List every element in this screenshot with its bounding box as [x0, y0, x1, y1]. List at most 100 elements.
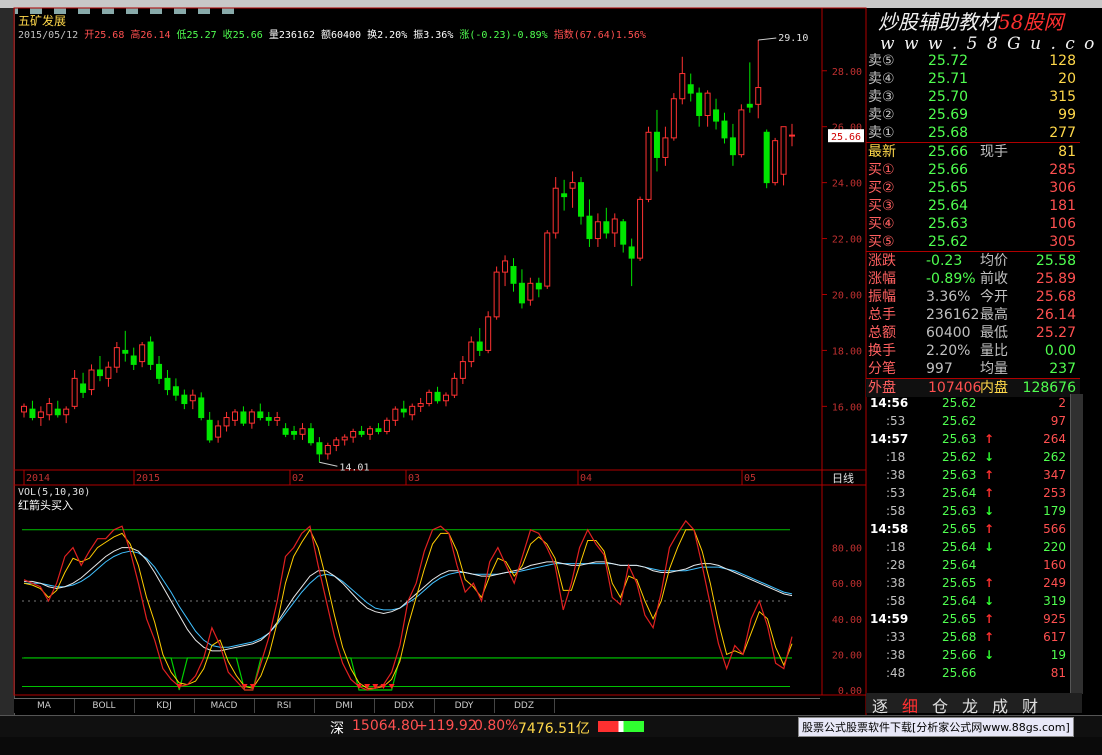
- quote-row: 买⑤ 25.62 305: [866, 233, 1080, 251]
- quote-row: 换手 2.20% 量比 0.00: [866, 342, 1080, 360]
- candle-body: [274, 417, 281, 421]
- candle-body: [206, 419, 213, 441]
- quote-label: 买②: [868, 180, 895, 196]
- tick-volume: 81: [1050, 666, 1066, 680]
- arrow-down-icon: ↓: [984, 540, 995, 554]
- quote-price: 60400: [926, 325, 971, 341]
- tick-price: 25.64: [942, 594, 977, 608]
- candle-body: [746, 103, 753, 108]
- watermark-line1b: 58股网: [998, 10, 1064, 34]
- quote-volume: 26.14: [1035, 307, 1076, 323]
- tick-price: 25.66: [942, 648, 977, 662]
- candle-body: [645, 131, 652, 200]
- tick-time: 14:56: [870, 396, 909, 410]
- change-label: 涨: [459, 30, 470, 41]
- candle-body: [29, 408, 36, 419]
- right-tab[interactable]: 仓: [932, 693, 948, 717]
- quote-volume: 285: [1049, 162, 1076, 178]
- arrow-down-icon: ↓: [984, 450, 995, 464]
- tick-row[interactable]: :33 25.68 ↑ 617: [866, 628, 1070, 646]
- quote-label2: 最低: [980, 325, 1008, 341]
- quote-price: 2.20%: [926, 343, 971, 359]
- tick-price: 25.62: [942, 450, 977, 464]
- indicator-tab-kdj[interactable]: KDJ: [134, 699, 195, 713]
- candlestick-series: [21, 40, 795, 463]
- right-tab[interactable]: 成: [992, 693, 1008, 717]
- tick-row[interactable]: :58 25.64 ↓ 319: [866, 592, 1070, 610]
- tick-price: 25.65: [942, 522, 977, 536]
- tick-row[interactable]: 14:59 25.65 ↑ 925: [866, 610, 1070, 628]
- tick-scrollbar[interactable]: [1070, 394, 1083, 694]
- status-bar: 深 15064.80 +119.92 0.80% 7476.51亿 股票公式股票…: [0, 715, 1102, 738]
- arrow-up-icon: ↑: [984, 576, 995, 590]
- tick-row[interactable]: :38 25.63 ↑ 347: [866, 466, 1070, 484]
- quote-label: 最新: [868, 144, 896, 160]
- tick-time: :53: [886, 486, 906, 500]
- quote-price: 236162: [926, 307, 980, 323]
- quote-volume: 315: [1049, 89, 1076, 105]
- candle-body: [763, 131, 770, 184]
- tick-row[interactable]: :53 25.64 ↑ 253: [866, 484, 1070, 502]
- indicator-tab-ma[interactable]: MA: [14, 699, 75, 713]
- arrow-down-icon: ↓: [984, 594, 995, 608]
- tick-row[interactable]: :18 25.62 ↓ 262: [866, 448, 1070, 466]
- indicator-tab-ddz[interactable]: DDZ: [494, 699, 555, 713]
- tick-row[interactable]: :18 25.64 ↓ 220: [866, 538, 1070, 556]
- tick-volume: 264: [1043, 432, 1066, 446]
- quote-volume: 81: [1058, 144, 1076, 160]
- quote-row: 卖④ 25.71 20: [866, 70, 1080, 88]
- candle-body: [704, 92, 711, 117]
- price-axis-label: 22.00: [832, 235, 862, 246]
- quote-label: 买⑤: [868, 234, 895, 250]
- quote-volume: 306: [1049, 180, 1076, 196]
- candle-body: [451, 377, 458, 396]
- indicator-axis-label: 80.00: [832, 544, 862, 555]
- candle-body: [198, 397, 205, 419]
- arrow-up-icon: ↑: [984, 630, 995, 644]
- tick-price: 25.63: [942, 468, 977, 482]
- candle-body: [569, 182, 576, 189]
- candle-body: [383, 419, 390, 433]
- candle-body: [653, 131, 660, 158]
- right-tab[interactable]: 逐: [872, 693, 888, 717]
- quote-row: 卖① 25.68 277: [866, 124, 1080, 142]
- tick-volume: 19: [1050, 648, 1066, 662]
- tick-time: :48: [886, 666, 906, 680]
- indicator-tab-rsi[interactable]: RSI: [254, 699, 315, 713]
- quote-volume: 20: [1058, 71, 1076, 87]
- tick-row[interactable]: :58 25.63 ↓ 179: [866, 502, 1070, 520]
- indicator-tabs[interactable]: MA BOLL KDJ MACD RSI DMI DDX DDY DDZ: [14, 698, 820, 713]
- indicator-tab-ddy[interactable]: DDY: [434, 699, 495, 713]
- quote-row: 总手 236162 最高 26.14: [866, 306, 1080, 324]
- indicator-tab-ddx[interactable]: DDX: [374, 699, 435, 713]
- tick-row[interactable]: :48 25.66 81: [866, 664, 1070, 682]
- tick-volume: 925: [1043, 612, 1066, 626]
- ad-link[interactable]: 股票公式股票软件下载[分析家公式网www.88gs.com]: [798, 717, 1074, 737]
- quote-price: 25.62: [928, 234, 969, 250]
- quote-label: 卖④: [868, 71, 895, 87]
- quote-row: 买③ 25.64 181: [866, 197, 1080, 215]
- right-tab[interactable]: 龙: [962, 693, 978, 717]
- tick-row[interactable]: 14:57 25.63 ↑ 264: [866, 430, 1070, 448]
- tick-row[interactable]: :28 25.64 160: [866, 556, 1070, 574]
- quote-volume: 106: [1049, 216, 1076, 232]
- candle-body: [502, 260, 509, 273]
- candle-body: [400, 408, 407, 413]
- candle-body: [426, 391, 433, 405]
- indicator-axis-label: 0.00: [838, 686, 862, 697]
- tick-row[interactable]: 14:56 25.62 2: [866, 394, 1070, 412]
- tick-row[interactable]: :38 25.65 ↑ 249: [866, 574, 1070, 592]
- tick-row[interactable]: 14:58 25.65 ↑ 566: [866, 520, 1070, 538]
- indicator-tab-dmi[interactable]: DMI: [314, 699, 375, 713]
- right-tab[interactable]: 细: [902, 693, 918, 717]
- tick-price: 25.65: [942, 576, 977, 590]
- tick-row[interactable]: :53 25.62 97: [866, 412, 1070, 430]
- candle-body: [772, 140, 779, 184]
- right-panel-tabs[interactable]: 逐细仓龙成财: [866, 693, 1082, 716]
- indicator-tab-macd[interactable]: MACD: [194, 699, 255, 713]
- tick-row[interactable]: :38 25.66 ↓ 19: [866, 646, 1070, 664]
- market-label: 深: [330, 721, 344, 737]
- candle-body: [316, 442, 323, 455]
- right-tab[interactable]: 财: [1022, 693, 1038, 717]
- indicator-tab-boll[interactable]: BOLL: [74, 699, 135, 713]
